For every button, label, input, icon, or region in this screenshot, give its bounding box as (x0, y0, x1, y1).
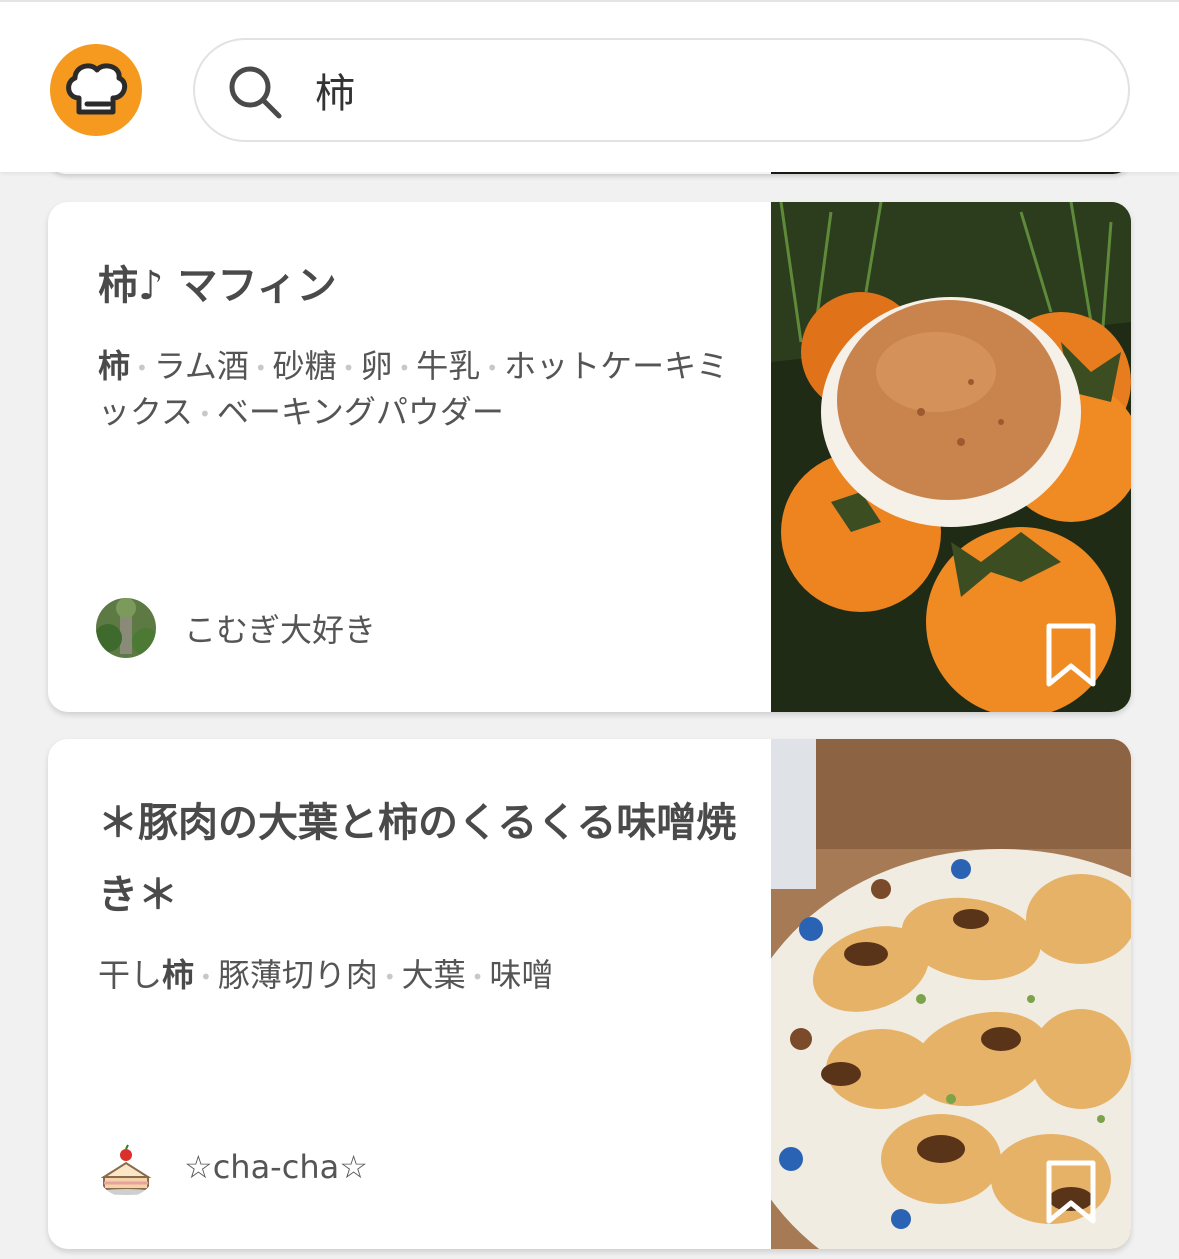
recipe-author[interactable]: こむぎ大好き (96, 596, 376, 660)
author-avatar[interactable] (96, 1137, 156, 1197)
ingredient-prefix: 干し (98, 956, 163, 994)
recipe-title[interactable]: ＊豚肉の大葉と柿のくるくる味噌焼き＊ (98, 787, 738, 931)
search-input[interactable] (315, 54, 1095, 126)
author-name[interactable]: こむぎ大好き (184, 605, 376, 651)
ingredient-list: 干し柿 • 豚薄切り肉 • 大葉 • 味噌 (98, 956, 554, 994)
recipe-title[interactable]: 柿♪ マフィン (98, 250, 738, 322)
ingredient: 柿 (162, 956, 195, 994)
ingredient: 豚薄切り肉 (217, 956, 378, 994)
recipe-photo[interactable] (771, 202, 1131, 712)
recipe-photo[interactable] (771, 739, 1131, 1249)
search-bar[interactable] (193, 38, 1130, 142)
ingredient: 大葉 (401, 956, 466, 994)
ingredient: ラム酒 (153, 347, 249, 385)
ingredient: 砂糖 (272, 347, 337, 385)
author-name[interactable]: ☆cha-cha☆ (184, 1148, 368, 1186)
ingredient: ベーキングパウダー (216, 393, 504, 431)
app-header (0, 0, 1179, 172)
bookmark-icon[interactable] (1045, 1159, 1097, 1225)
search-icon (229, 66, 282, 119)
recipe-card[interactable]: 柿♪ マフィン 柿 • ラム酒 • 砂糖 • 卵 • 牛乳 • ホットケーキミックス • ベーキングパウ… (48, 202, 1131, 712)
bookmark-icon[interactable] (1045, 622, 1097, 688)
ingredient: 卵 (360, 347, 393, 385)
chef-hat-icon[interactable] (50, 44, 142, 136)
author-avatar[interactable] (96, 598, 156, 658)
ingredient-list: 柿 • ラム酒 • 砂糖 • 卵 • 牛乳 • ホットケーキミックス • ベーキングパウダー (98, 347, 729, 431)
ingredient: 柿 (98, 347, 131, 385)
ingredient: 牛乳 (416, 347, 481, 385)
recipe-author[interactable]: ☆cha-cha☆ (96, 1135, 368, 1199)
recipe-card[interactable]: ＊豚肉の大葉と柿のくるくる味噌焼き＊ 干し柿 • 豚薄切り肉 • 大葉 • 味噌 ☆cha-… (48, 739, 1131, 1249)
ingredient: 味噌 (489, 956, 554, 994)
